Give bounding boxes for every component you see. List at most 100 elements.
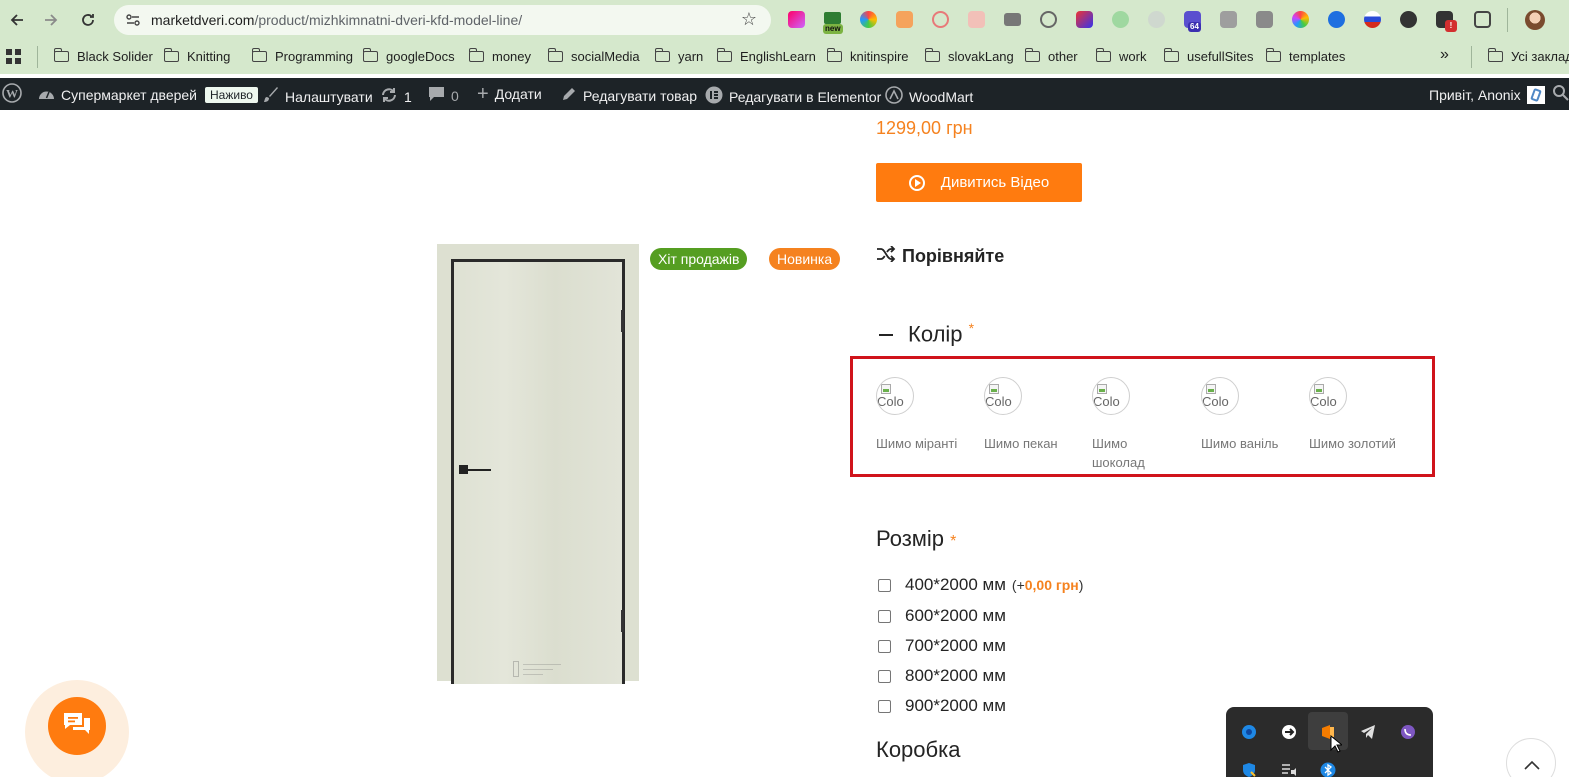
edit-product-link[interactable]: Редагувати товар [561,86,697,106]
color-swatch-vanil[interactable]: Colo Шимо ваніль [1201,377,1301,453]
admin-search-icon[interactable] [1552,84,1569,101]
product-image[interactable] [437,244,639,684]
size-checkbox[interactable] [878,578,891,592]
address-bar[interactable]: marketdveri.com/product/mizhkimnatni-dve… [114,5,771,35]
tray-media-icon[interactable] [1280,761,1298,777]
chat-button[interactable] [48,697,106,755]
extension-code-icon[interactable] [1256,11,1273,28]
color-swatch-shokolad[interactable]: Colo Шимо шоколад [1092,377,1162,472]
customize-link[interactable]: Налаштувати [262,86,373,107]
folder-icon [654,48,670,62]
bookmark-usefullsites[interactable]: usefullSites [1163,48,1253,64]
size-checkbox[interactable] [878,669,891,683]
swatch-image: Colo [876,377,914,415]
count-badge-64: 64 [1188,22,1201,32]
extension-zip-icon[interactable] [1220,11,1237,28]
extension-orange-icon[interactable] [896,11,913,28]
bookmark-knitinspire[interactable]: knitinspire [826,48,909,64]
user-greeting-link[interactable]: Привіт, Anonix [1429,86,1545,104]
swatch-alt-text: Colo [985,394,1012,409]
size-extra-price: (+0,00 грн) [1012,577,1084,593]
bookmark-slovaklang[interactable]: slovakLang [924,48,1014,64]
extension-camera-icon[interactable] [1004,13,1021,26]
color-swatch-pekan[interactable]: Colo Шимо пекан [984,377,1084,453]
extension-number-icon[interactable] [1076,11,1093,28]
bookmark-money[interactable]: money [468,48,531,64]
bookmark-label: Knitting [187,49,231,64]
browser-toolbar: marketdveri.com/product/mizhkimnatni-dve… [0,0,1569,40]
tray-telegram-icon[interactable] [1359,723,1377,741]
dashboard-gauge-icon [38,86,55,104]
swatch-image: Colo [984,377,1022,415]
collapse-minus-icon[interactable] [879,334,893,336]
new-badge: Новинка [769,248,841,270]
comments-link[interactable]: 0 [428,86,459,106]
size-checkbox[interactable] [878,699,891,713]
elementor-logo-icon [705,86,723,108]
back-arrow-icon[interactable] [2,5,32,35]
profile-avatar[interactable] [1525,10,1545,30]
woodmart-link[interactable]: WoodMart [885,86,973,108]
bookmark-other[interactable]: other [1024,48,1078,64]
all-bookmarks-folder[interactable]: Усі заклад [1487,48,1569,64]
updates-link[interactable]: 1 [380,86,412,108]
size-checkbox[interactable] [878,609,891,623]
apps-grid-icon[interactable] [6,49,21,69]
tray-sync-icon[interactable] [1280,723,1298,741]
extension-people-icon[interactable] [968,11,985,28]
size-option-900[interactable]: 900*2000 мм [876,696,1006,716]
extension-tree-icon[interactable] [1112,11,1129,28]
bookmark-googledocs[interactable]: googleDocs [362,48,455,64]
extension-translate-icon[interactable] [1328,11,1345,28]
broken-image-icon [1206,384,1216,394]
extensions-puzzle-icon[interactable] [1474,11,1491,28]
size-title-label: Розмір [876,526,945,551]
wordpress-logo-icon[interactable]: W [2,83,22,103]
size-option-600[interactable]: 600*2000 мм [876,606,1006,626]
bookmark-black-solider[interactable]: Black Solider [53,48,153,64]
extension-check-icon[interactable] [1040,11,1057,28]
bookmark-star-icon[interactable]: ☆ [741,9,757,30]
bookmark-templates[interactable]: templates [1265,48,1345,64]
tray-security-icon[interactable] [1240,761,1258,777]
compare-link[interactable]: Порівняйте [876,245,1004,267]
site-info-icon[interactable] [124,11,142,29]
extension-flag-icon[interactable] [1364,11,1381,28]
woodmart-label: WoodMart [909,89,974,105]
more-bookmarks-chevron-icon[interactable]: » [1440,46,1449,64]
extension-screen-icon[interactable] [824,12,841,24]
bookmark-label: Programming [275,49,354,64]
box-attribute-title: Коробка [876,737,961,762]
tray-viber-icon[interactable] [1399,723,1417,741]
bookmark-knitting[interactable]: Knitting [163,48,231,64]
bookmarks-divider [1471,46,1472,68]
bookmark-englishlearn[interactable]: EnglishLearn [716,48,816,64]
watch-video-button[interactable]: Дивитись Відео [876,163,1082,202]
extension-rainbow-icon[interactable] [1292,11,1309,28]
live-status-badge: Наживо [205,87,258,103]
add-new-link[interactable]: + Додати [477,84,542,104]
extension-color-wheel-icon[interactable] [860,11,877,28]
extension-pen-icon[interactable] [1148,11,1165,28]
extension-gradient-icon[interactable] [788,11,805,28]
scroll-to-top-button[interactable] [1506,738,1556,777]
size-checkbox[interactable] [878,639,891,653]
edit-elementor-link[interactable]: Редагувати в Elementor [705,86,881,108]
bookmark-programming[interactable]: Programming [251,48,354,64]
bookmark-yarn[interactable]: yarn [654,48,703,64]
folder-icon [716,48,732,62]
extension-face-icon[interactable] [1400,11,1417,28]
tray-browser-icon[interactable] [1240,723,1258,741]
extension-react-icon[interactable] [932,11,949,28]
bookmark-socialmedia[interactable]: socialMedia [547,48,640,64]
tray-bluetooth-icon[interactable] [1319,761,1337,777]
color-swatch-zolotyi[interactable]: Colo Шимо золотий [1309,377,1419,453]
size-option-400[interactable]: 400*2000 мм (+0,00 грн) [876,575,1083,595]
reload-icon[interactable] [73,5,103,35]
size-option-700[interactable]: 700*2000 мм [876,636,1006,656]
size-option-800[interactable]: 800*2000 мм [876,666,1006,686]
site-name-link[interactable]: Супермаркет дверей Наживо [38,86,258,104]
color-swatch-miranti[interactable]: Colo Шимо міранті [876,377,976,453]
bookmark-work[interactable]: work [1095,48,1146,64]
forward-arrow-icon[interactable] [36,5,66,35]
